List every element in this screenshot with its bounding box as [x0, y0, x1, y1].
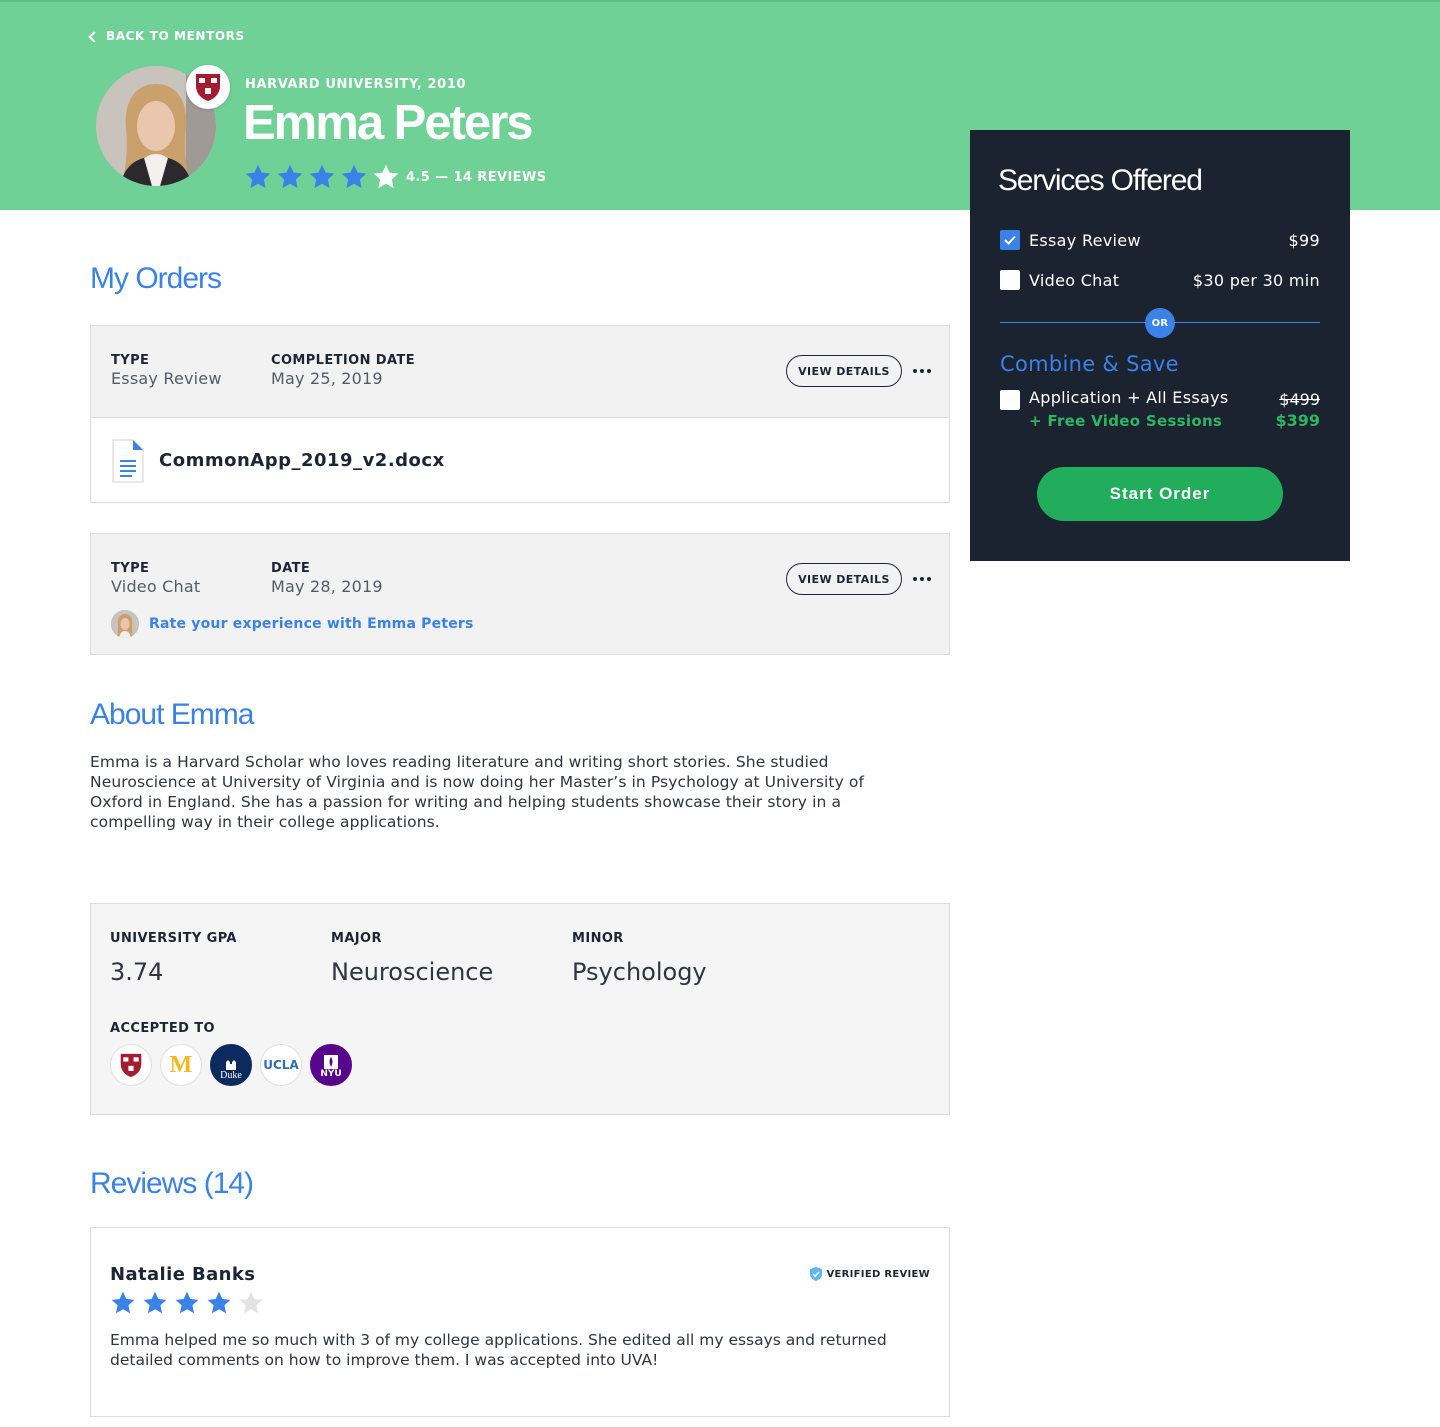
services-panel: Services Offered Essay Review $99 Video … [970, 130, 1350, 561]
star-icon [341, 164, 367, 189]
star-icon [111, 1291, 135, 1314]
order-date-label: COMPLETION DATE [271, 353, 415, 368]
more-options-icon[interactable] [913, 575, 933, 583]
verified-review-label: VERIFIED REVIEW [826, 1268, 930, 1280]
order-type-value: Video Chat [111, 577, 201, 596]
checkmark-icon [1004, 235, 1016, 245]
harvard-badge [186, 65, 230, 109]
services-title: Services Offered [998, 164, 1203, 197]
view-details-button[interactable]: VIEW DETAILS [786, 563, 902, 595]
academic-stats-card: UNIVERSITY GPA 3.74 MAJOR Neuroscience M… [90, 903, 950, 1115]
major-label: MAJOR [331, 931, 382, 946]
duke-logo: Duke [210, 1044, 252, 1086]
michigan-logo: M [160, 1044, 202, 1086]
service-option-essay-review[interactable]: Essay Review $99 [1000, 230, 1320, 250]
star-icon [175, 1291, 199, 1314]
essay-review-checkbox[interactable] [1000, 230, 1020, 250]
reviewer-name: Natalie Banks [110, 1264, 256, 1285]
star-icon [373, 164, 399, 189]
chevron-left-icon [88, 30, 100, 43]
review-text: Emma helped me so much with 3 of my coll… [110, 1331, 887, 1369]
mentor-name: Emma Peters [243, 96, 534, 150]
attached-file-row[interactable]: CommonApp_2019_v2.docx [91, 417, 949, 502]
order-date-label: DATE [271, 561, 311, 576]
view-details-button[interactable]: VIEW DETAILS [786, 355, 902, 387]
rate-experience-row: Rate your experience with Emma Peters [111, 610, 474, 638]
service-label: Video Chat [1029, 270, 1120, 290]
mentor-avatar-small [111, 610, 139, 638]
mentor-rating-text: 4.5 — 14 REVIEWS [406, 170, 547, 185]
combo-checkbox[interactable] [1000, 390, 1020, 410]
combo-new-price: $399 [1275, 411, 1320, 430]
nyu-logo-text: NYU [320, 1069, 342, 1079]
combo-label: Application + All Essays [1029, 388, 1229, 407]
service-price: $99 [1288, 230, 1320, 250]
rate-experience-link[interactable]: Rate your experience with Emma Peters [149, 616, 474, 632]
harvard-shield-icon [196, 74, 220, 101]
minor-label: MINOR [572, 931, 624, 946]
harvard-logo [110, 1044, 152, 1086]
star-icon [239, 1291, 263, 1314]
ucla-logo: UCLA [260, 1044, 302, 1086]
star-icon [143, 1291, 167, 1314]
gpa-label: UNIVERSITY GPA [110, 931, 237, 946]
order-date-value: May 28, 2019 [271, 577, 383, 596]
my-orders-title: My Orders [90, 262, 222, 295]
or-badge: OR [1145, 308, 1175, 338]
nyu-logo: NYU [310, 1044, 352, 1086]
minor-value: Psychology [572, 958, 707, 986]
mentor-rating-stars [244, 163, 400, 191]
verified-shield-icon [810, 1267, 823, 1281]
video-chat-checkbox[interactable] [1000, 270, 1020, 290]
star-icon [309, 164, 335, 189]
combine-save-title: Combine & Save [1000, 352, 1179, 376]
review-card: Natalie Banks VERIFIED REVIEW Emma helpe… [90, 1227, 950, 1417]
start-order-button[interactable]: Start Order [1037, 467, 1283, 521]
service-price: $30 per 30 min [1192, 270, 1320, 290]
gpa-value: 3.74 [110, 958, 164, 986]
star-icon [277, 164, 303, 189]
major-value: Neuroscience [331, 958, 494, 986]
order-date-value: May 25, 2019 [271, 369, 383, 388]
star-icon [207, 1291, 231, 1314]
order-type-value: Essay Review [111, 369, 222, 388]
back-link-label: BACK TO MENTORS [106, 29, 245, 43]
reviews-title: Reviews (14) [90, 1167, 254, 1200]
service-option-video-chat[interactable]: Video Chat $30 per 30 min [1000, 270, 1320, 290]
verified-review-badge: VERIFIED REVIEW [810, 1267, 930, 1281]
about-text: Emma is a Harvard Scholar who loves read… [90, 753, 865, 831]
document-file-icon [112, 439, 144, 483]
about-title: About Emma [90, 698, 254, 731]
more-options-icon[interactable] [913, 367, 933, 375]
combo-old-price: $499 [1279, 390, 1320, 409]
order-card-essay-review: TYPE Essay Review COMPLETION DATE May 25… [90, 325, 950, 503]
order-type-label: TYPE [111, 561, 150, 576]
back-to-mentors-link[interactable]: BACK TO MENTORS [88, 29, 245, 43]
accepted-schools: M Duke UCLA NYU [110, 1044, 352, 1086]
order-type-label: TYPE [111, 353, 150, 368]
file-name[interactable]: CommonApp_2019_v2.docx [159, 450, 445, 471]
mentor-school-year: HARVARD UNIVERSITY, 2010 [245, 77, 467, 92]
review-rating-stars [110, 1290, 264, 1316]
order-card-video-chat: TYPE Video Chat DATE May 28, 2019 VIEW D… [90, 533, 950, 655]
duke-logo-text: Duke [220, 1069, 242, 1081]
service-label: Essay Review [1029, 230, 1141, 250]
combo-bonus: + Free Video Sessions [1029, 412, 1223, 430]
star-icon [245, 164, 271, 189]
accepted-to-label: ACCEPTED TO [110, 1021, 215, 1036]
